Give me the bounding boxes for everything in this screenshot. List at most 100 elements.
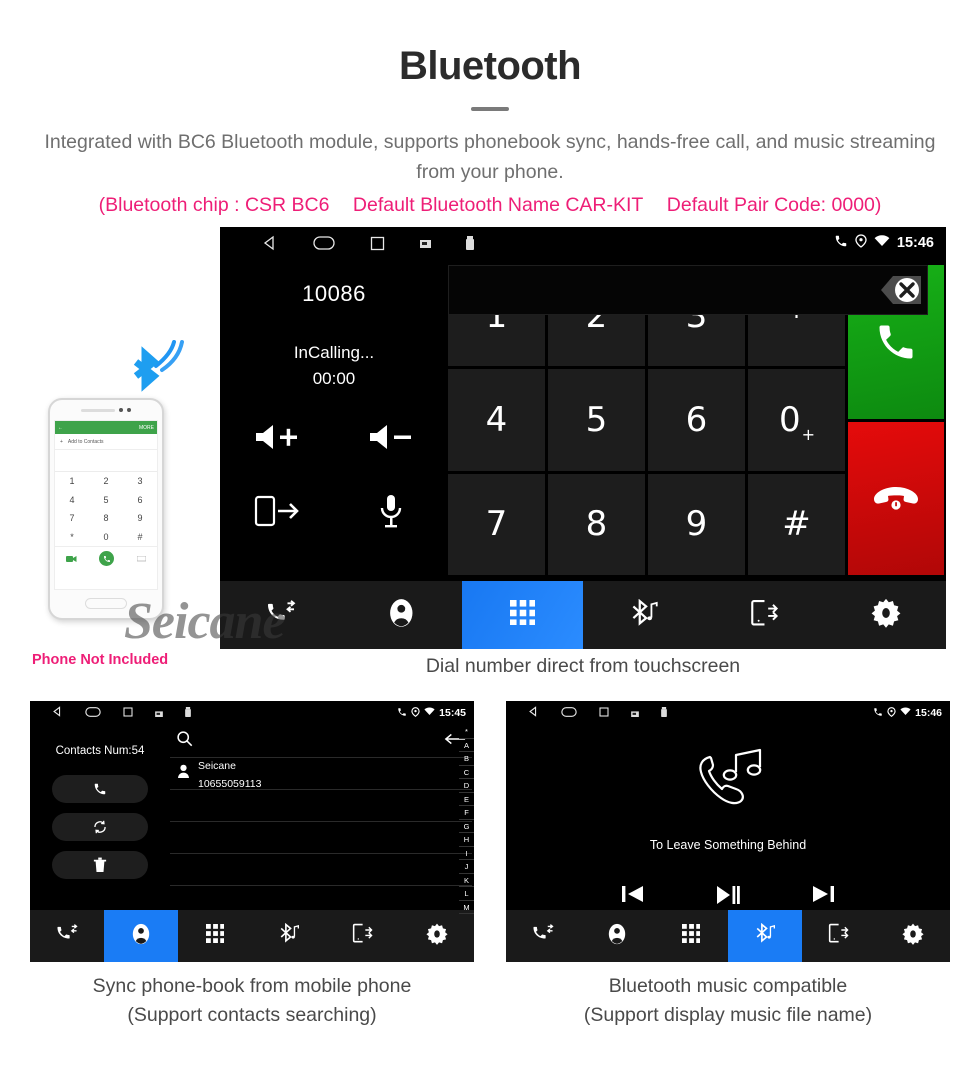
recents-square-icon[interactable]	[599, 704, 609, 722]
plus-icon: +	[60, 438, 63, 445]
alphabet-index[interactable]: * A B C D E F G H I J K L M	[459, 725, 474, 914]
home-oval-icon[interactable]	[313, 236, 335, 250]
bluetooth-signal-icon	[124, 340, 184, 396]
nav-item-call-log[interactable]	[30, 910, 104, 962]
wifi-icon	[424, 707, 435, 719]
alpha-index-H[interactable]: H	[459, 833, 474, 847]
sync-contacts-button[interactable]	[52, 813, 148, 841]
gear-icon	[426, 923, 448, 950]
alpha-index-B[interactable]: B	[459, 752, 474, 766]
nav-item-bluetooth-music[interactable]	[252, 910, 326, 962]
play-pause-button[interactable]	[715, 884, 741, 911]
dial-input-field[interactable]	[448, 265, 928, 315]
dialed-number: 10086	[302, 281, 366, 306]
key-7[interactable]: 7	[448, 473, 545, 575]
nav-item-contacts[interactable]	[104, 910, 178, 962]
phone-key-#: #	[137, 531, 143, 542]
empty-contact-row	[170, 822, 472, 854]
key-5[interactable]: 5	[548, 369, 645, 471]
nav-item-phone-transfer[interactable]	[326, 910, 400, 962]
call-log-icon	[532, 924, 554, 947]
phone-more-label: MORE	[139, 424, 154, 431]
alpha-index-*[interactable]: *	[459, 725, 474, 739]
nav-item-settings[interactable]	[825, 581, 946, 649]
location-pin-icon	[411, 706, 420, 720]
key-hash[interactable]: #	[748, 473, 845, 575]
contact-row[interactable]: Seicane 10655059113	[170, 758, 472, 790]
alpha-index-I[interactable]: I	[459, 847, 474, 860]
previous-track-button[interactable]	[621, 884, 645, 911]
volume-down-button[interactable]	[354, 415, 428, 459]
alpha-index-L[interactable]: L	[459, 887, 474, 901]
contacts-search-bar[interactable]	[170, 725, 472, 758]
contacts-caption-line1: Sync phone-book from mobile phone	[92, 975, 412, 997]
alpha-index-J[interactable]: J	[459, 860, 474, 874]
key-4[interactable]: 4	[448, 369, 545, 471]
alpha-index-D[interactable]: D	[459, 779, 474, 793]
bluetooth-music-icon	[754, 923, 776, 948]
gear-icon	[871, 598, 901, 633]
phone-key-*: *	[70, 531, 74, 542]
back-triangle-icon[interactable]	[262, 235, 278, 251]
nav-item-keypad[interactable]	[462, 581, 583, 649]
phone-illustration: ← MORE + Add to Contacts 1 2 3 4 5 6 7 8 9 * 0 #	[48, 398, 164, 620]
track-name: To Leave Something Behind	[649, 838, 807, 852]
alpha-index-M[interactable]: M	[459, 901, 474, 914]
contacts-icon	[132, 923, 150, 950]
status-bar: 15:46	[506, 701, 950, 725]
nav-item-call-log[interactable]	[506, 910, 580, 962]
recents-square-icon[interactable]	[123, 704, 133, 722]
phone-back-arrow: ←	[58, 424, 63, 431]
nav-item-settings[interactable]	[400, 910, 474, 962]
nav-item-keypad[interactable]	[178, 910, 252, 962]
alpha-index-F[interactable]: F	[459, 806, 474, 820]
bluetooth-music-screenshot: 15:46 To Leave Something Behind	[506, 701, 950, 962]
key-8[interactable]: 8	[548, 473, 645, 575]
key-6[interactable]: 6	[648, 369, 745, 471]
contacts-screenshot: 15:45 Contacts Num:54 Seicane 1065505911…	[30, 701, 474, 962]
bluetooth-music-icon	[278, 923, 300, 948]
home-oval-icon[interactable]	[85, 704, 101, 722]
nav-item-phone-transfer[interactable]	[704, 581, 825, 649]
volume-up-button[interactable]	[240, 415, 314, 459]
recents-square-icon[interactable]	[370, 236, 385, 251]
nav-item-settings[interactable]	[876, 910, 950, 962]
usb-icon	[466, 236, 474, 250]
nav-item-phone-transfer[interactable]	[802, 910, 876, 962]
alpha-index-E[interactable]: E	[459, 793, 474, 806]
alpha-index-C[interactable]: C	[459, 766, 474, 779]
nav-item-contacts[interactable]	[580, 910, 654, 962]
end-call-button[interactable]	[848, 421, 944, 575]
sdcard-icon	[631, 704, 639, 722]
spec-bt-name: Default Bluetooth Name CAR-KIT	[352, 194, 644, 216]
key-0[interactable]: 0+	[748, 369, 845, 471]
spec-line: (Bluetooth chip : CSR BC6 Default Blueto…	[0, 194, 980, 217]
phone-add-contacts-label: Add to Contacts	[67, 438, 104, 445]
status-bar: 15:46	[220, 227, 946, 259]
nav-item-contacts[interactable]	[341, 581, 462, 649]
next-track-button[interactable]	[811, 884, 835, 911]
microphone-button[interactable]	[354, 489, 428, 533]
back-triangle-icon[interactable]	[528, 704, 539, 722]
usb-icon	[661, 704, 667, 722]
nav-item-bluetooth-music[interactable]	[583, 581, 704, 649]
backspace-button[interactable]	[859, 270, 923, 310]
alpha-index-K[interactable]: K	[459, 874, 474, 887]
nav-item-bluetooth-music[interactable]	[728, 910, 802, 962]
home-oval-icon[interactable]	[561, 704, 577, 722]
page-title: Bluetooth	[398, 44, 582, 88]
key-9[interactable]: 9	[648, 473, 745, 575]
nav-item-keypad[interactable]	[654, 910, 728, 962]
transfer-to-phone-button[interactable]	[240, 489, 314, 533]
wifi-icon	[874, 235, 890, 251]
dial-contact-button[interactable]	[52, 775, 148, 803]
sdcard-icon	[420, 238, 431, 248]
alpha-index-A[interactable]: A	[459, 739, 474, 752]
nav-item-call-log[interactable]	[220, 581, 341, 649]
spec-pair-code: Default Pair Code: 0000)	[666, 194, 882, 216]
back-triangle-icon[interactable]	[52, 704, 63, 722]
phone-icon	[397, 707, 407, 720]
delete-contacts-button[interactable]	[52, 851, 148, 879]
status-bar: 15:45	[30, 701, 474, 725]
alpha-index-G[interactable]: G	[459, 820, 474, 833]
